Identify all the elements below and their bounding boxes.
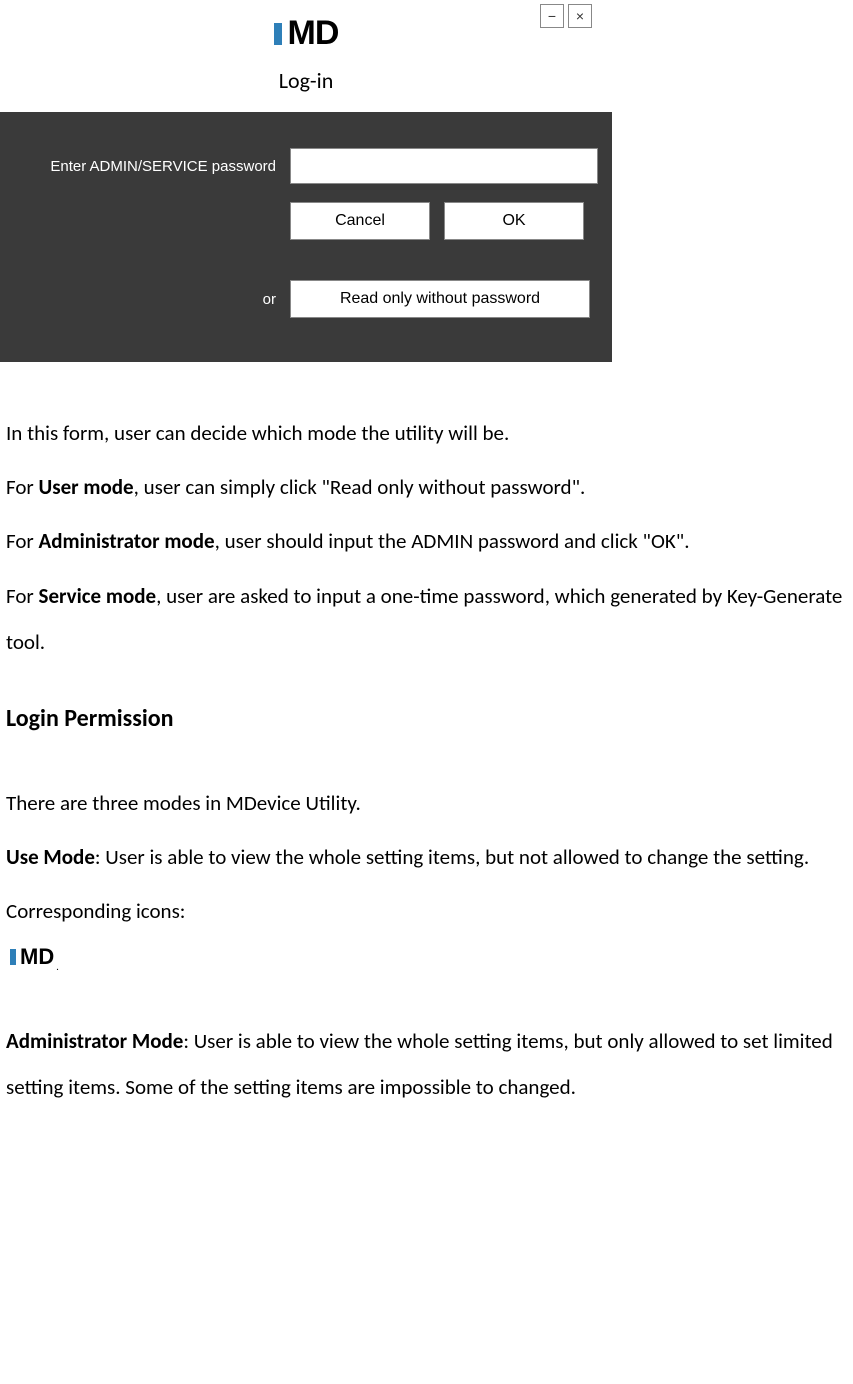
dialog-header: MD Log-in	[0, 0, 612, 112]
minimize-button[interactable]: −	[540, 4, 564, 28]
ok-button[interactable]: OK	[444, 202, 584, 240]
login-panel: Enter ADMIN/SERVICE password Cancel OK o…	[0, 112, 612, 362]
dialog-title: Log-in	[0, 67, 612, 94]
password-input[interactable]	[290, 148, 598, 184]
close-icon: ×	[576, 9, 584, 23]
paragraph-service-mode: For Service mode, user are asked to inpu…	[6, 573, 847, 665]
paragraph-modes-intro: There are three modes in MDevice Utility…	[6, 780, 847, 826]
dot-icon: .	[56, 960, 59, 973]
mode-icon: MD	[10, 946, 54, 968]
paragraph-administrator-mode: Administrator Mode: User is able to view…	[6, 1018, 847, 1110]
paragraph-user-mode: For User mode, user can simply click "Re…	[6, 464, 847, 510]
or-label: or	[14, 291, 276, 308]
section-heading-login-permission: Login Permission	[6, 693, 847, 746]
logo-bar-icon	[274, 23, 282, 45]
icon-example-row: MD .	[6, 942, 847, 978]
login-dialog: − × MD Log-in Enter ADMIN/SERVICE passwo…	[0, 0, 612, 362]
button-row: Cancel OK	[290, 202, 598, 240]
window-controls: − ×	[540, 4, 592, 28]
paragraph-admin-mode: For Administrator mode, user should inpu…	[6, 518, 847, 564]
app-logo: MD	[274, 14, 339, 53]
password-row: Enter ADMIN/SERVICE password	[14, 148, 598, 184]
read-only-button[interactable]: Read only without password	[290, 280, 590, 318]
paragraph-use-mode: Use Mode: User is able to view the whole…	[6, 834, 847, 880]
minimize-icon: −	[548, 9, 556, 23]
logo-text-small: MD	[20, 946, 54, 968]
cancel-button[interactable]: Cancel	[290, 202, 430, 240]
or-row: or Read only without password	[14, 280, 598, 318]
logo-text: MD	[288, 14, 339, 53]
document-body: In this form, user can decide which mode…	[0, 410, 853, 1111]
password-label: Enter ADMIN/SERVICE password	[14, 158, 276, 175]
paragraph-icons-label: Corresponding icons:	[6, 888, 847, 934]
close-button[interactable]: ×	[568, 4, 592, 28]
paragraph-intro: In this form, user can decide which mode…	[6, 410, 847, 456]
logo-bar-icon	[10, 949, 16, 965]
